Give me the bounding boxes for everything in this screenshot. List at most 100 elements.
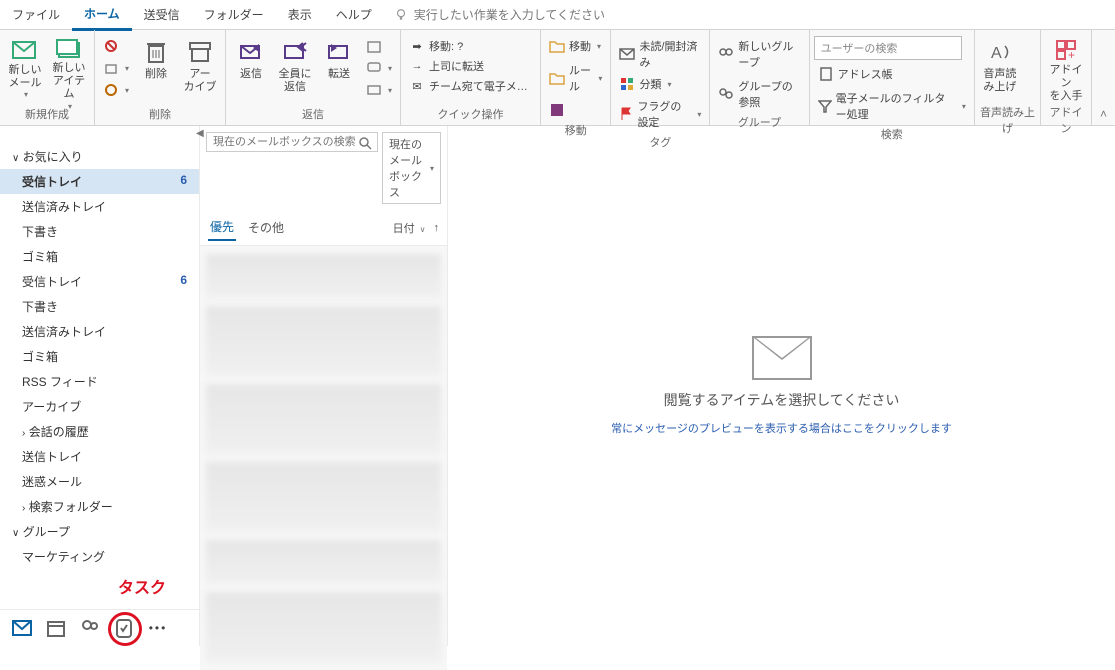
- tell-me-box[interactable]: 実行したい作業を入力してください: [394, 6, 605, 23]
- groups-section[interactable]: ∨ グループ: [0, 519, 199, 544]
- folder-item[interactable]: 迷惑メール: [0, 469, 199, 494]
- mailbox-search-input[interactable]: [206, 132, 378, 152]
- new-items-button[interactable]: 新しいアイテム▾: [48, 36, 90, 102]
- group-label-quick: クイック操作: [405, 104, 536, 125]
- search-scope-dropdown[interactable]: 現在のメールボックス▾: [382, 132, 441, 204]
- message-item[interactable]: [206, 254, 441, 298]
- quick-team-button[interactable]: ✉チーム宛て電子メ…: [405, 76, 536, 96]
- folder-item[interactable]: 受信トレイ6: [0, 269, 199, 294]
- im-reply-button[interactable]: ▾: [362, 58, 396, 78]
- read-aloud-button[interactable]: A 音声読み上げ: [979, 36, 1021, 102]
- junk-button[interactable]: ▾: [99, 80, 133, 100]
- folder-item[interactable]: 送信トレイ: [0, 444, 199, 469]
- meeting-reply-button[interactable]: [362, 36, 396, 56]
- preview-toggle-link[interactable]: 常にメッセージのプレビューを表示する場合はここをクリックします: [611, 420, 952, 436]
- addin-icon: +: [1051, 38, 1081, 62]
- delete-button[interactable]: 削除: [135, 36, 177, 102]
- folder-item[interactable]: アーカイブ: [0, 394, 199, 419]
- new-mail-button[interactable]: 新しいメール▾: [4, 36, 46, 102]
- folder-name: ゴミ箱: [22, 248, 58, 265]
- search-folders[interactable]: › 検索フォルダー: [0, 494, 199, 519]
- message-item[interactable]: [206, 540, 441, 584]
- tab-help[interactable]: ヘルプ: [324, 0, 384, 29]
- favorites-section[interactable]: ∨ お気に入り: [0, 144, 199, 169]
- cleanup-button[interactable]: ▾: [99, 58, 133, 78]
- filter-email-button[interactable]: 電子メールのフィルター処理▾: [814, 88, 970, 124]
- folder-item[interactable]: RSS フィード: [0, 369, 199, 394]
- mail-nav-icon[interactable]: [12, 618, 32, 638]
- message-item[interactable]: [206, 592, 441, 662]
- search-icon[interactable]: [358, 136, 372, 150]
- tab-sendrecv[interactable]: 送受信: [132, 0, 192, 29]
- archive-button[interactable]: アーカイブ: [179, 36, 221, 102]
- forward-button[interactable]: 転送: [318, 36, 360, 102]
- folder-item[interactable]: 受信トレイ6: [0, 169, 199, 194]
- groups-label: グループ: [23, 525, 70, 539]
- svg-text:A: A: [991, 45, 1002, 62]
- new-group-button[interactable]: 新しいグループ: [714, 36, 804, 72]
- folder-item[interactable]: 下書き: [0, 294, 199, 319]
- conversation-history-folder[interactable]: › 会話の履歴: [0, 419, 199, 444]
- message-item[interactable]: [206, 384, 441, 454]
- people-nav-icon[interactable]: [80, 618, 100, 638]
- browse-groups-button[interactable]: グループの参照: [714, 76, 804, 112]
- collapse-folder-pane-button[interactable]: ◀: [196, 128, 204, 139]
- reply-icon: [236, 38, 266, 66]
- quick-move-button[interactable]: ➡移動: ?: [405, 36, 536, 56]
- delete-label: 削除: [145, 68, 167, 81]
- folder-item[interactable]: ゴミ箱: [0, 244, 199, 269]
- trash-icon: [141, 38, 171, 66]
- more-reply-button[interactable]: ▾: [362, 80, 396, 100]
- sort-by-button[interactable]: 日付 ∨: [393, 220, 426, 236]
- unread-button[interactable]: 未読/開封済み: [615, 36, 705, 72]
- new-group-icon: [718, 46, 734, 62]
- tasks-nav-icon[interactable]: [114, 618, 134, 638]
- arrow-right-icon: ➡: [409, 38, 425, 54]
- ignore-button[interactable]: [99, 36, 133, 56]
- category-button[interactable]: 分類▾: [615, 74, 675, 94]
- folder-name: 下書き: [22, 298, 58, 315]
- lightbulb-icon: [394, 8, 408, 22]
- rules-button[interactable]: ルール▾: [545, 60, 606, 96]
- im-icon: [366, 60, 382, 76]
- quick-move-label: 移動: ?: [429, 38, 463, 54]
- reply-button[interactable]: 返信: [230, 36, 272, 102]
- search-scope-label: 現在のメールボックス: [389, 136, 428, 200]
- chevron-down-icon: ▾: [697, 110, 701, 119]
- sort-direction-button[interactable]: ↑: [434, 222, 440, 234]
- other-tab[interactable]: その他: [246, 215, 286, 240]
- more-nav-icon[interactable]: •••: [148, 618, 168, 638]
- folder-item[interactable]: 送信済みトレイ: [0, 319, 199, 344]
- tab-file[interactable]: ファイル: [0, 0, 72, 29]
- meeting-icon: [366, 38, 382, 54]
- read-aloud-label: 音声読み上げ: [983, 68, 1016, 94]
- chevron-down-icon: ▾: [597, 42, 601, 51]
- chevron-down-icon: ▾: [125, 64, 129, 73]
- move-button[interactable]: 移動▾: [545, 36, 605, 56]
- reply-all-icon: [280, 38, 310, 66]
- message-item[interactable]: [206, 306, 441, 376]
- onenote-icon: [549, 102, 565, 118]
- rules-icon: [549, 70, 565, 86]
- focused-tab[interactable]: 優先: [208, 214, 236, 241]
- address-book-button[interactable]: アドレス帳: [814, 64, 897, 84]
- folder-item[interactable]: ゴミ箱: [0, 344, 199, 369]
- people-search-input[interactable]: ユーザーの検索: [814, 36, 962, 60]
- collapse-ribbon-button[interactable]: ˄: [1092, 103, 1115, 125]
- message-item[interactable]: [206, 462, 441, 532]
- group-label-addin: アドイン: [1045, 102, 1087, 125]
- tab-folder[interactable]: フォルダー: [192, 0, 276, 29]
- folder-name: 受信トレイ: [22, 273, 82, 290]
- folder-item[interactable]: 下書き: [0, 219, 199, 244]
- reply-all-button[interactable]: 全員に返信: [274, 36, 316, 102]
- onenote-button[interactable]: [545, 100, 569, 120]
- tab-view[interactable]: 表示: [276, 0, 324, 29]
- quick-boss-button[interactable]: →上司に転送: [405, 56, 536, 76]
- get-addins-button[interactable]: + アドインを入手: [1045, 36, 1087, 102]
- folder-item[interactable]: マーケティング: [0, 544, 199, 569]
- tab-home[interactable]: ホーム: [72, 0, 132, 31]
- calendar-nav-icon[interactable]: [46, 618, 66, 638]
- folder-item[interactable]: 送信済みトレイ: [0, 194, 199, 219]
- new-items-icon: [54, 38, 84, 60]
- forward-icon: [324, 38, 354, 66]
